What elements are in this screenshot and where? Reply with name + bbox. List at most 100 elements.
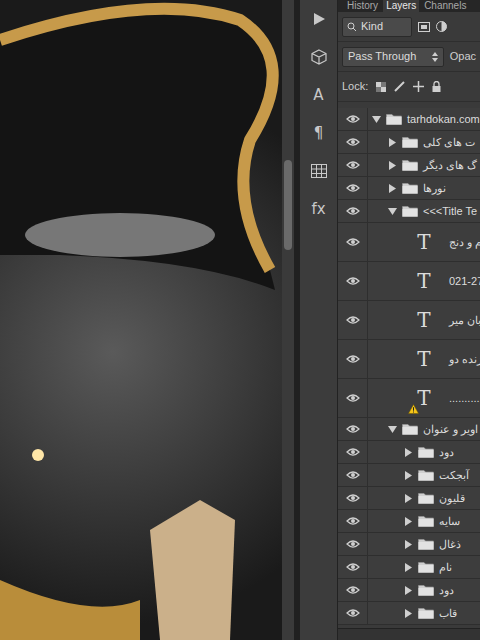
text-thumbnail: T — [410, 228, 438, 256]
text-thumbnail: T — [410, 267, 438, 295]
group-layer-row[interactable]: قاب — [338, 602, 480, 625]
canvas-scrollbar[interactable] — [282, 0, 294, 640]
group-layer-row[interactable]: نام — [338, 556, 480, 579]
visibility-toggle[interactable] — [338, 533, 368, 555]
group-layer-row[interactable]: گ های دیگر — [338, 154, 480, 177]
expand-arrow-icon[interactable] — [404, 448, 413, 457]
folder-icon — [402, 205, 418, 217]
blend-mode-dropdown[interactable]: Pass Through — [342, 47, 444, 67]
eye-icon[interactable] — [346, 539, 360, 549]
expand-arrow-icon[interactable] — [404, 540, 413, 549]
expand-arrow-icon[interactable] — [388, 138, 397, 147]
expand-arrow-icon[interactable] — [404, 471, 413, 480]
visibility-toggle[interactable] — [338, 223, 368, 261]
visibility-toggle[interactable] — [338, 200, 368, 222]
tool-button[interactable] — [308, 8, 330, 30]
text-layer-row[interactable]: Tابان میر — [338, 301, 480, 340]
folder-icon — [402, 159, 418, 171]
eye-icon[interactable] — [346, 237, 360, 247]
visibility-toggle[interactable] — [338, 556, 368, 578]
visibility-toggle[interactable] — [338, 487, 368, 509]
tool-button[interactable] — [308, 160, 330, 182]
expand-arrow-icon[interactable] — [388, 161, 397, 170]
tool-button[interactable]: ¶ — [308, 122, 330, 144]
visibility-toggle[interactable] — [338, 177, 368, 199]
expand-arrow-icon[interactable] — [404, 563, 413, 572]
visibility-toggle[interactable] — [338, 579, 368, 601]
opacity-label: Opac — [450, 48, 476, 65]
eye-icon[interactable] — [346, 424, 360, 434]
text-layer-row[interactable]: T.............. — [338, 379, 480, 418]
layers-panel: HistoryLayersChannels Kind Pass Through Opa… — [338, 0, 480, 640]
expand-arrow-icon[interactable] — [404, 494, 413, 503]
eye-icon[interactable] — [346, 393, 360, 403]
tool-button[interactable] — [308, 46, 330, 68]
group-layer-row[interactable]: دود — [338, 441, 480, 464]
visibility-toggle[interactable] — [338, 441, 368, 463]
adjustment-filter-icon[interactable] — [436, 21, 447, 32]
eye-icon[interactable] — [346, 516, 360, 526]
collapse-arrow-icon[interactable] — [372, 115, 381, 124]
eye-icon[interactable] — [346, 354, 360, 364]
visibility-toggle[interactable] — [338, 340, 368, 378]
expand-arrow-icon[interactable] — [404, 609, 413, 618]
lock-pixels-icon[interactable] — [394, 81, 405, 92]
eye-icon[interactable] — [346, 447, 360, 457]
expand-arrow-icon[interactable] — [404, 517, 413, 526]
visibility-toggle[interactable] — [338, 602, 368, 624]
eye-icon[interactable] — [346, 137, 360, 147]
eye-icon[interactable] — [346, 114, 360, 124]
collapse-arrow-icon[interactable] — [388, 207, 397, 216]
lock-position-icon[interactable] — [413, 81, 424, 92]
visibility-toggle[interactable] — [338, 131, 368, 153]
lock-all-icon[interactable] — [432, 81, 441, 92]
eye-icon[interactable] — [346, 562, 360, 572]
group-layer-row[interactable]: ذغال — [338, 533, 480, 556]
text-layer-row[interactable]: Tزنده دو — [338, 340, 480, 379]
visibility-toggle[interactable] — [338, 154, 368, 176]
text-layer-row[interactable]: Tم و دنج — [338, 223, 480, 262]
text-layer-row[interactable]: T021-278 — [338, 262, 480, 301]
eye-icon[interactable] — [346, 470, 360, 480]
group-layer-row[interactable]: سایه — [338, 510, 480, 533]
eye-icon[interactable] — [346, 315, 360, 325]
expand-arrow-icon[interactable] — [404, 586, 413, 595]
group-layer-row[interactable]: قلیون — [338, 487, 480, 510]
tool-button[interactable]: fx — [308, 198, 330, 220]
eye-icon[interactable] — [346, 493, 360, 503]
group-layer-row[interactable]: دود — [338, 579, 480, 602]
layer-name: دود — [439, 582, 454, 599]
group-layer-row[interactable]: ت های کلی — [338, 131, 480, 154]
panel-tab[interactable]: Channels — [421, 0, 469, 12]
tool-button[interactable]: A — [308, 84, 330, 106]
visibility-toggle[interactable] — [338, 262, 368, 300]
panel-tabs: HistoryLayersChannels — [338, 0, 480, 12]
eye-icon[interactable] — [346, 183, 360, 193]
layer-name: آبجکت — [439, 467, 469, 484]
visibility-toggle[interactable] — [338, 301, 368, 339]
image-filter-icon[interactable] — [418, 22, 430, 32]
group-layer-row[interactable]: اویر و عنوان — [338, 418, 480, 441]
visibility-toggle[interactable] — [338, 418, 368, 440]
eye-icon[interactable] — [346, 585, 360, 595]
group-layer-row[interactable]: <<<Title Te — [338, 200, 480, 223]
panel-tab[interactable]: History — [344, 0, 381, 12]
visibility-toggle[interactable] — [338, 464, 368, 486]
visibility-toggle[interactable] — [338, 510, 368, 532]
collapse-arrow-icon[interactable] — [388, 425, 397, 434]
panel-tab[interactable]: Layers — [383, 0, 419, 12]
eye-icon[interactable] — [346, 206, 360, 216]
layer-name: <<<Title Te — [423, 203, 477, 220]
eye-icon[interactable] — [346, 276, 360, 286]
group-layer-row[interactable]: آبجکت — [338, 464, 480, 487]
expand-arrow-icon[interactable] — [388, 184, 397, 193]
eye-icon[interactable] — [346, 608, 360, 618]
visibility-toggle[interactable] — [338, 379, 368, 417]
eye-icon[interactable] — [346, 160, 360, 170]
group-layer-row[interactable]: tarhdokan.com — [338, 108, 480, 131]
scrollbar-thumb[interactable] — [284, 160, 292, 250]
visibility-toggle[interactable] — [338, 108, 368, 130]
lock-transparency-icon[interactable] — [376, 82, 386, 92]
filter-dropdown[interactable]: Kind — [342, 17, 412, 37]
group-layer-row[interactable]: نورها — [338, 177, 480, 200]
